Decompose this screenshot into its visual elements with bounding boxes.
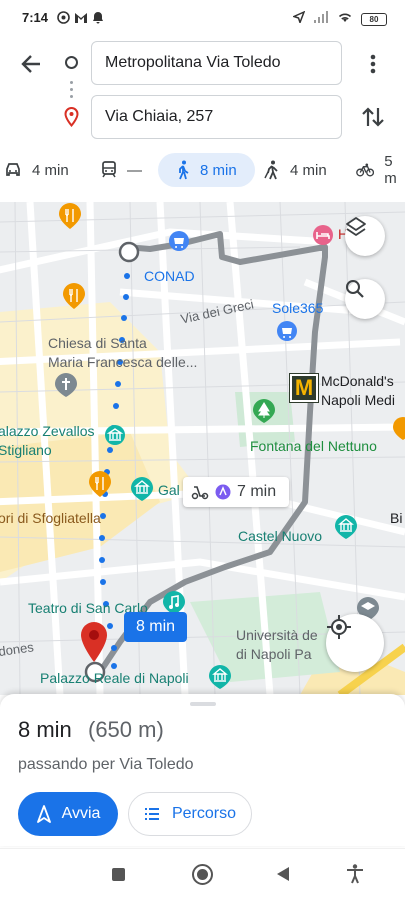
route-steps-label: Percorso	[171, 805, 237, 822]
swap-vert-icon	[362, 107, 384, 127]
list-icon	[144, 808, 159, 820]
layers-button[interactable]	[345, 216, 385, 256]
poi-label[interactable]: ori di Sfogliatella	[0, 510, 101, 526]
destination-field[interactable]: Via Chiaia, 257	[91, 95, 342, 139]
tab-car-label: 4 min	[32, 161, 69, 179]
poi-label[interactable]: McDonald's Napoli Medi	[321, 372, 395, 410]
wifi-icon	[337, 10, 353, 28]
back-button[interactable]	[18, 50, 46, 78]
train-icon	[102, 161, 116, 178]
poi-label[interactable]: Fontana del Nettuno	[250, 438, 377, 454]
status-time: 7:14	[22, 10, 49, 25]
tab-transit[interactable]: —	[101, 153, 142, 187]
route-distance: (650 m)	[88, 717, 164, 742]
mcdonalds-logo-icon[interactable]: M	[290, 374, 318, 402]
origin-marker-icon	[65, 56, 78, 69]
recents-icon[interactable]	[112, 868, 125, 881]
map-search-button[interactable]	[345, 279, 385, 319]
walk-icon	[179, 160, 189, 180]
bike-icon	[356, 163, 375, 177]
map-view[interactable]: M CONAD Via dei Greci Sole365 H Chiesa d…	[0, 202, 405, 695]
destination-marker-icon	[63, 106, 80, 132]
poi-label[interactable]: Gal	[158, 482, 180, 498]
crosshair-icon	[327, 615, 351, 639]
route-summary-sheet[interactable]: 8 min (650 m) passando per Via Toledo Av…	[0, 694, 405, 846]
sheet-drag-handle[interactable]	[190, 702, 216, 706]
navigation-arrow-icon	[36, 805, 51, 823]
chrome-icon	[57, 11, 70, 29]
battery-icon: 80	[361, 12, 387, 26]
arrow-back-icon	[21, 55, 40, 73]
origin-field[interactable]: Metropolitana Via Toledo	[91, 41, 342, 85]
more-options-button[interactable]	[365, 50, 381, 78]
poi-label[interactable]: Sole365	[272, 300, 323, 316]
route-dot	[70, 81, 73, 84]
ride-icon	[264, 160, 278, 180]
poi-label[interactable]: alazzo Zevallos Stigliano	[0, 422, 95, 460]
scooter-service-icon	[215, 484, 231, 500]
scooter-eta-label: 7 min	[237, 483, 277, 500]
layers-icon	[346, 217, 366, 236]
system-nav-bar	[0, 848, 405, 900]
poi-label[interactable]: Castel Nuovo	[238, 528, 322, 544]
home-icon[interactable]	[192, 864, 213, 885]
tab-bike[interactable]: 5 m	[356, 153, 405, 187]
my-location-button[interactable]	[326, 614, 384, 672]
route-dot	[70, 88, 73, 91]
walk-eta-chip[interactable]: 8 min	[124, 612, 187, 642]
tab-ride[interactable]: 4 min	[264, 153, 327, 187]
poi-label[interactable]: CONAD	[144, 268, 195, 284]
tab-ride-label: 4 min	[290, 161, 327, 179]
start-button[interactable]: Avvia	[18, 792, 118, 836]
start-button-label: Avvia	[61, 805, 101, 822]
tab-walk-label: 8 min	[200, 161, 237, 179]
more-vert-icon	[370, 54, 376, 74]
location-icon	[291, 10, 306, 28]
poi-label[interactable]: Università de di Napoli Pa	[236, 626, 318, 664]
search-icon	[346, 280, 364, 298]
tab-transit-label: —	[127, 161, 142, 179]
tab-car[interactable]: 4 min	[4, 153, 69, 187]
route-duration: 8 min	[18, 717, 72, 742]
route-dot	[70, 95, 73, 98]
route-steps-button[interactable]: Percorso	[128, 792, 252, 836]
travel-mode-tabs: 4 min — 8 min 4 min 5 m	[0, 149, 405, 191]
swap-directions-button[interactable]	[359, 102, 387, 132]
bell-icon	[92, 11, 104, 29]
signal-icon	[313, 10, 329, 28]
screen: 7:14 80 Metropolitana Via Toledo Via Chi…	[0, 0, 405, 900]
notification-icons	[57, 11, 104, 29]
accessibility-icon[interactable]	[346, 864, 364, 889]
car-icon	[6, 163, 20, 176]
scooter-eta-chip[interactable]: 7 min	[183, 477, 289, 507]
status-bar: 7:14 80	[0, 0, 405, 36]
system-icons: 80	[291, 10, 387, 28]
poi-label[interactable]: Bi	[390, 510, 402, 526]
route-via: passando per Via Toledo	[18, 756, 194, 773]
tab-walk[interactable]: 8 min	[158, 153, 255, 187]
scooter-icon	[191, 486, 209, 500]
tab-bike-label: 5 m	[384, 153, 397, 187]
poi-label[interactable]: Chiesa di Santa Maria Francesca delle...	[48, 334, 197, 372]
poi-label[interactable]: Palazzo Reale di Napoli	[40, 670, 189, 686]
back-nav-icon[interactable]	[276, 866, 290, 887]
gmail-icon	[74, 11, 88, 29]
